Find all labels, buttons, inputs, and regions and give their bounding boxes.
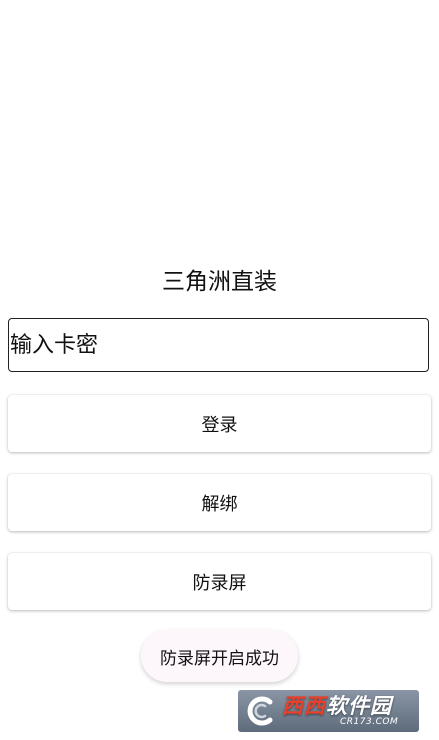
watermark-domain: CR173.COM [340,716,399,727]
watermark-brand: 西西软件园 [282,693,398,718]
anti-record-button[interactable]: 防录屏 [8,553,431,610]
watermark-brand-part1: 西西 [282,693,326,718]
watermark-text: 西西软件园 CR173.COM [282,693,399,727]
card-key-input[interactable] [8,318,429,372]
watermark-brand-part2: 软件园 [326,693,392,718]
unbind-button-label: 解绑 [201,493,238,515]
toast-message: 防录屏开启成功 [141,630,298,682]
anti-record-button-label: 防录屏 [192,572,247,594]
app-screen: 三角洲直装 登录 解绑 防录屏 防录屏开启成功 西西软件园 CR173.COM [0,0,439,740]
toast-text: 防录屏开启成功 [160,648,279,669]
watermark: 西西软件园 CR173.COM [238,690,419,732]
login-button-label: 登录 [201,414,238,436]
c-logo-icon [238,690,282,732]
page-title: 三角洲直装 [162,269,277,295]
login-button[interactable]: 登录 [8,395,431,452]
unbind-button[interactable]: 解绑 [8,474,431,531]
